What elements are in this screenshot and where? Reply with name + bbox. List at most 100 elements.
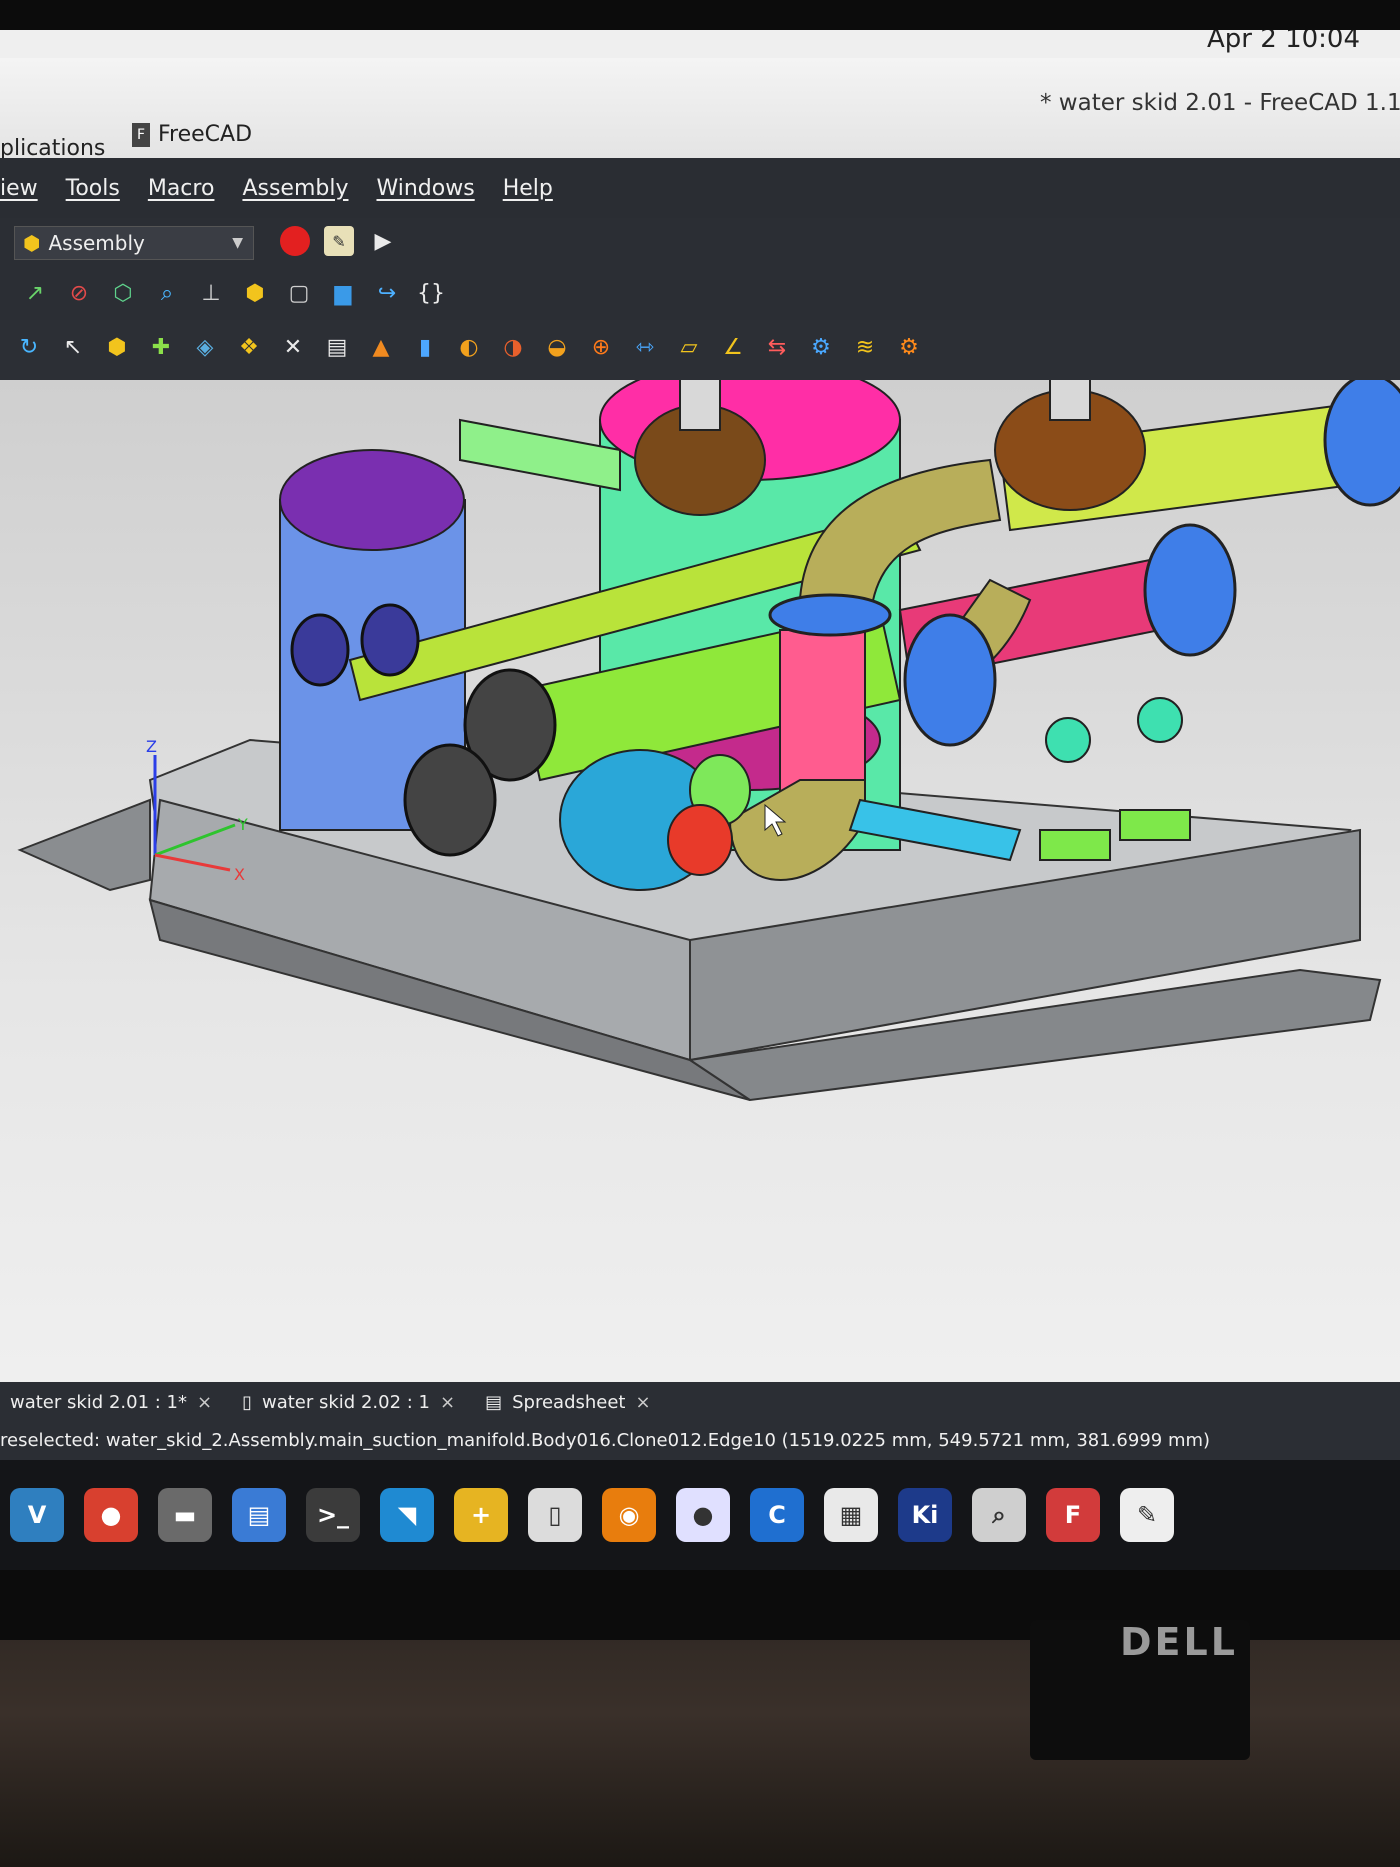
model-drawing: Z Y X bbox=[17, 380, 1400, 1102]
monitor-brand: DELL bbox=[1120, 1620, 1238, 1664]
spreadsheet-icon[interactable]: ▤ bbox=[322, 332, 352, 362]
joint-slider-icon[interactable]: ◑ bbox=[498, 332, 528, 362]
spreadsheet-icon: ▤ bbox=[485, 1391, 503, 1413]
freecad-icon[interactable]: F bbox=[1046, 1488, 1100, 1542]
workbench-selector[interactable]: ⬢ Assembly ▼ bbox=[14, 226, 254, 260]
macro-toolbar: ✎ ▶ bbox=[280, 226, 398, 256]
box-icon[interactable]: ▢ bbox=[284, 278, 314, 308]
lock-icon[interactable]: ▲ bbox=[366, 332, 396, 362]
3d-viewport[interactable]: Z Y X bbox=[0, 380, 1400, 1410]
monitor-screen: Apr 2 10:04 plications F FreeCAD * water… bbox=[0, 30, 1400, 1570]
std-icon[interactable]: ↗ bbox=[20, 278, 50, 308]
select-icon[interactable]: ↖ bbox=[58, 332, 88, 362]
zoom-icon[interactable]: ⌕ bbox=[152, 278, 182, 308]
writer-icon[interactable]: ▤ bbox=[232, 1488, 286, 1542]
motion-icon[interactable]: ≋ bbox=[850, 332, 880, 362]
ball-valve-2 bbox=[360, 603, 420, 677]
taskbar-app-freecad[interactable]: F FreeCAD bbox=[132, 122, 252, 147]
vim-icon[interactable]: V bbox=[10, 1488, 64, 1542]
document-viewer-icon[interactable]: ▦ bbox=[824, 1488, 878, 1542]
vscode-icon[interactable]: ◥ bbox=[380, 1488, 434, 1542]
chevron-down-icon: ▼ bbox=[232, 235, 243, 251]
skid-foot-left bbox=[17, 798, 151, 892]
insert-icon[interactable]: ⬢ bbox=[102, 332, 132, 362]
view-toolbar: ↗ ⊘ ⬡ ⌕ ⊥ ⬢ ▢ ▆ ↪ {} bbox=[20, 278, 446, 308]
ground-icon[interactable]: ✚ bbox=[146, 332, 176, 362]
flange-outlet-mid bbox=[1143, 523, 1237, 657]
close-icon[interactable]: × bbox=[440, 1392, 455, 1413]
view-icon[interactable]: ⊘ bbox=[64, 278, 94, 308]
measure-icon[interactable]: ⊥ bbox=[196, 278, 226, 308]
butterfly-valve-2 bbox=[403, 743, 497, 857]
search-icon[interactable]: ⌕ bbox=[972, 1488, 1026, 1542]
gauge-valve-left bbox=[1039, 829, 1111, 861]
menu-view[interactable]: iew bbox=[0, 176, 38, 201]
c-app-icon[interactable]: C bbox=[750, 1488, 804, 1542]
angle-icon[interactable]: ∠ bbox=[718, 332, 748, 362]
tab-label: water skid 2.01 : 1* bbox=[10, 1391, 187, 1413]
tab-spreadsheet[interactable]: ▤ Spreadsheet × bbox=[485, 1392, 651, 1413]
joint-ball-icon[interactable]: ◒ bbox=[542, 332, 572, 362]
pump-coupling bbox=[667, 804, 733, 876]
capture-icon[interactable]: ● bbox=[676, 1488, 730, 1542]
ball-valve-1 bbox=[290, 613, 350, 687]
gear-icon[interactable]: ⚙ bbox=[894, 332, 924, 362]
blender-icon[interactable]: ◉ bbox=[602, 1488, 656, 1542]
status-bar: reselected: water_skid_2.Assembly.main_s… bbox=[0, 1422, 1400, 1460]
document-tab-bar: water skid 2.01 : 1* × ▯ water skid 2.02… bbox=[0, 1382, 1400, 1422]
tab-water-skid-2-01[interactable]: water skid 2.01 : 1* × bbox=[10, 1392, 212, 1413]
pipe-top-green bbox=[459, 418, 621, 492]
flange-vertical-top bbox=[768, 593, 892, 637]
x-axis-label: X bbox=[234, 865, 245, 884]
align-icon[interactable]: ⇿ bbox=[630, 332, 660, 362]
joint-cylindrical-icon[interactable]: ◐ bbox=[454, 332, 484, 362]
pressure-gauge-right bbox=[1137, 697, 1183, 743]
workbench-label: Assembly bbox=[48, 231, 145, 255]
simulation-icon[interactable]: ⚙ bbox=[806, 332, 836, 362]
pressure-gauge-left bbox=[1045, 717, 1091, 763]
menu-help[interactable]: Help bbox=[503, 176, 553, 201]
tank-top-cap bbox=[279, 449, 465, 551]
flange-right-low bbox=[903, 613, 997, 747]
braces-icon[interactable]: {} bbox=[416, 278, 446, 308]
application-dock: V ● ▬ ▤ >_ ◥ + ▯ ◉ ● C ▦ Ki ⌕ F ✎ bbox=[0, 1460, 1400, 1570]
cylinder-icon[interactable]: ▮ bbox=[410, 332, 440, 362]
y-axis-label: Y bbox=[237, 815, 248, 834]
title-row: plications F FreeCAD * water skid 2.01 -… bbox=[0, 58, 1400, 161]
chat-icon[interactable]: ✎ bbox=[1120, 1488, 1174, 1542]
kicad-icon[interactable]: Ki bbox=[898, 1488, 952, 1542]
clock[interactable]: Apr 2 10:04 bbox=[1207, 30, 1360, 54]
joint-revolute-icon[interactable]: ❖ bbox=[234, 332, 264, 362]
plane-icon[interactable]: ▱ bbox=[674, 332, 704, 362]
menu-tools[interactable]: Tools bbox=[66, 176, 120, 201]
menu-assembly[interactable]: Assembly bbox=[242, 176, 348, 201]
joint-distance-icon[interactable]: ⊕ bbox=[586, 332, 616, 362]
menu-macro[interactable]: Macro bbox=[148, 176, 215, 201]
taskbar-app-label: FreeCAD bbox=[158, 122, 253, 147]
close-icon[interactable]: × bbox=[197, 1392, 212, 1413]
files-icon[interactable]: ▬ bbox=[158, 1488, 212, 1542]
actuator-left bbox=[679, 380, 721, 431]
panel-icon[interactable]: ▯ bbox=[528, 1488, 582, 1542]
folder-icon[interactable]: ▆ bbox=[328, 278, 358, 308]
box-view-icon[interactable]: ⬡ bbox=[108, 278, 138, 308]
gauge-valve-right bbox=[1119, 809, 1191, 841]
menu-windows[interactable]: Windows bbox=[376, 176, 474, 201]
tab-water-skid-2-02[interactable]: ▯ water skid 2.02 : 1 × bbox=[242, 1392, 455, 1413]
swap-icon[interactable]: ⇆ bbox=[762, 332, 792, 362]
chrome-icon[interactable]: ● bbox=[84, 1488, 138, 1542]
menu-bar: iew Tools Macro Assembly Windows Help bbox=[0, 158, 1400, 218]
record-icon[interactable] bbox=[280, 226, 310, 256]
terminal-icon[interactable]: >_ bbox=[306, 1488, 360, 1542]
play-icon[interactable]: ▶ bbox=[368, 226, 398, 256]
assembly-toolbar: ↻ ↖ ⬢ ✚ ◈ ❖ ✕ ▤ ▲ ▮ ◐ ◑ ◒ ⊕ ⇿ ▱ ∠ ⇆ ⚙ ≋ … bbox=[14, 332, 924, 362]
part-icon[interactable]: ⬢ bbox=[240, 278, 270, 308]
explode-icon[interactable]: ✕ bbox=[278, 332, 308, 362]
joint-fixed-icon[interactable]: ◈ bbox=[190, 332, 220, 362]
refresh-icon[interactable]: ↻ bbox=[14, 332, 44, 362]
macro-editor-icon[interactable]: ✎ bbox=[324, 226, 354, 256]
assembly-workbench-icon: ⬢ bbox=[23, 231, 41, 255]
calculator-icon[interactable]: + bbox=[454, 1488, 508, 1542]
link-icon[interactable]: ↪ bbox=[372, 278, 402, 308]
close-icon[interactable]: × bbox=[636, 1392, 651, 1413]
